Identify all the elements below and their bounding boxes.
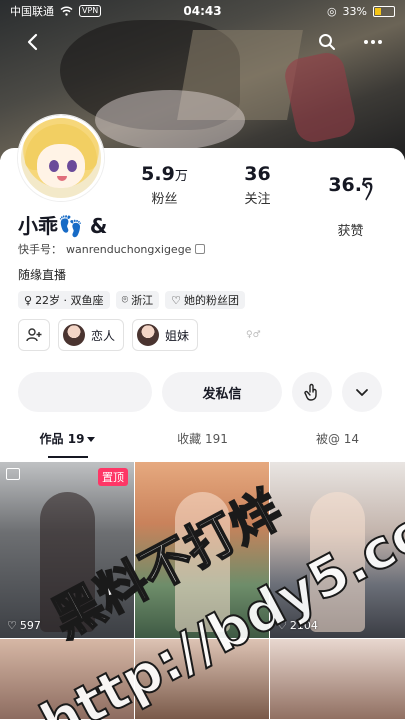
pinned-badge: 置顶 <box>98 468 128 486</box>
action-row: 发私信 <box>18 372 382 412</box>
followers-label: 粉丝 <box>151 192 178 207</box>
more-button[interactable] <box>359 28 387 56</box>
gift-button[interactable] <box>292 372 332 412</box>
tag-age: ♀ 22岁 · 双鱼座 <box>18 291 110 309</box>
grid-item[interactable] <box>0 639 134 719</box>
tab-favorites[interactable]: 收藏 191 <box>135 430 270 458</box>
following-count: 36 <box>244 163 271 185</box>
likes-label: 获赞 <box>337 224 364 239</box>
followers-count: 5.9 <box>141 163 175 185</box>
alarm-icon: ◎ <box>326 4 337 18</box>
stat-following[interactable]: 36 关注 <box>211 163 304 239</box>
battery-icon <box>373 5 395 17</box>
avatar[interactable] <box>18 115 104 201</box>
profile-bio: 随缘直播 <box>18 268 67 282</box>
stat-followers[interactable]: 5.9万 粉丝 <box>118 163 211 239</box>
status-bar: 中国联通 VPN 04:43 ◎ 33% <box>0 0 405 22</box>
relations-row: 恋人 姐妹 ♀♂ <box>18 319 261 351</box>
content-tabs: 作品 19 收藏 191 被@ 14 <box>0 430 405 458</box>
following-label: 关注 <box>244 192 271 207</box>
tag-fan-club[interactable]: ♡ 她的粉丝团 <box>165 291 246 309</box>
expand-button[interactable] <box>342 372 382 412</box>
wifi-icon <box>60 6 73 16</box>
relation-chip-lover[interactable]: 恋人 <box>58 319 125 351</box>
stat-likes[interactable]: 36.ཧ 获赞 <box>304 163 397 239</box>
likes-count: 36.ཧ <box>328 174 373 196</box>
grid-item[interactable] <box>135 462 269 638</box>
back-arrow-icon <box>27 33 38 51</box>
heart-icon: ♡ <box>7 619 17 632</box>
back-button[interactable] <box>18 28 46 56</box>
stats-row: 5.9万 粉丝 36 关注 36.ཧ 获赞 <box>118 163 398 239</box>
image-set-icon <box>6 468 20 480</box>
female-icon: ♀ <box>24 293 33 307</box>
tag-location: ⌾ 浙江 <box>115 291 160 309</box>
location-pin-icon: ⌾ <box>121 293 129 306</box>
follow-button[interactable] <box>18 372 152 412</box>
caret-down-icon <box>87 437 96 442</box>
grid-item[interactable] <box>135 639 269 719</box>
tab-works[interactable]: 作品 19 <box>0 430 135 458</box>
heart-outline-icon: ♡ <box>171 293 182 307</box>
battery-percent: 33% <box>342 4 367 18</box>
like-count: ♡ 597 <box>7 619 41 632</box>
relation-avatar <box>63 324 85 346</box>
grid-item[interactable]: ♡ 2104 <box>270 462 405 638</box>
carrier-label: 中国联通 <box>10 5 54 18</box>
grid-item[interactable] <box>270 639 405 719</box>
message-button[interactable]: 发私信 <box>162 372 282 412</box>
grid-item[interactable]: 置顶 ♡ 597 <box>0 462 134 638</box>
add-relation-button[interactable] <box>18 319 50 351</box>
search-button[interactable] <box>313 28 341 56</box>
more-dots-icon <box>364 40 382 44</box>
kwai-id-row: 快手号： wanrenduchongxigege <box>18 241 206 257</box>
add-person-icon <box>26 328 42 342</box>
profile-name: 小乖👣 & <box>18 214 108 238</box>
kwai-id-label: 快手号： <box>18 243 62 256</box>
like-count: ♡ 2104 <box>277 619 318 632</box>
heart-icon: ♡ <box>277 619 287 632</box>
touch-hand-icon <box>304 383 317 401</box>
kwai-id-value: wanrenduchongxigege <box>66 242 192 256</box>
chevron-down-icon <box>356 388 368 396</box>
tags-row: ♀ 22岁 · 双鱼座 ⌾ 浙江 ♡ 她的粉丝团 <box>18 291 246 309</box>
status-time: 04:43 <box>183 4 222 18</box>
search-icon <box>319 34 335 50</box>
copy-icon[interactable] <box>195 244 206 254</box>
video-grid: 置顶 ♡ 597 ♡ 2104 <box>0 462 405 719</box>
faded-relation-placeholder: ♀♂ <box>246 330 261 340</box>
vpn-badge: VPN <box>79 5 102 17</box>
relation-avatar <box>137 324 160 346</box>
tab-mentions[interactable]: 被@ 14 <box>270 430 405 458</box>
relation-chip-sister[interactable]: 姐妹 <box>132 319 199 351</box>
followers-unit: 万 <box>174 169 188 184</box>
